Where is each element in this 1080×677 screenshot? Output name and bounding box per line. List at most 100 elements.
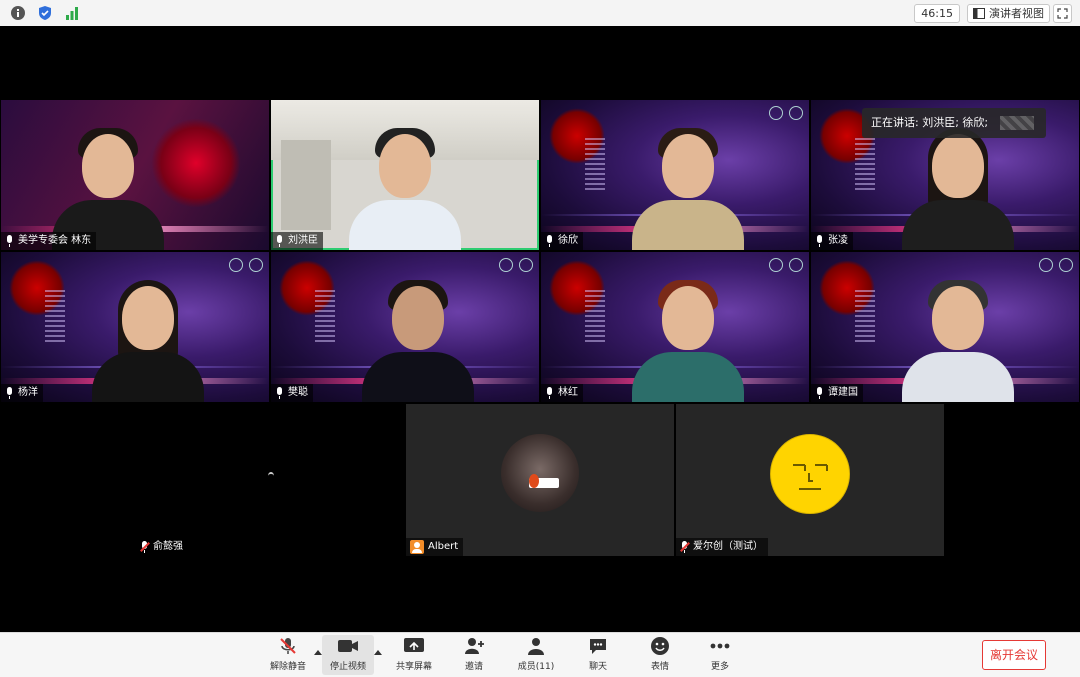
video-tile-7[interactable]: 林红 <box>541 252 809 402</box>
stop-video-button[interactable]: 停止视频 <box>322 635 374 675</box>
audio-options-caret[interactable] <box>314 650 322 655</box>
participant-name-tag: 徐欣 <box>541 232 583 250</box>
signal-strength-icon[interactable] <box>63 4 81 22</box>
participant-name: 刘洪臣 <box>288 235 318 246</box>
video-options-caret[interactable] <box>374 650 382 655</box>
share-screen-icon <box>404 638 424 652</box>
video-tile-3[interactable]: 徐欣 <box>541 100 809 250</box>
microphone-icon <box>545 387 554 399</box>
participant-name: Albert <box>428 541 459 552</box>
video-tile-5[interactable]: 杨洋 <box>1 252 269 402</box>
participant-video <box>358 272 478 402</box>
video-tile-1[interactable]: 美学专委会 林东 <box>1 100 269 250</box>
microphone-muted-icon <box>680 541 690 553</box>
participant-name-tag: 张凌 <box>811 232 853 250</box>
poster-graphic <box>549 260 613 344</box>
microphone-icon <box>5 387 14 399</box>
chat-bubble-icon <box>590 639 606 654</box>
participant-name: 张凌 <box>828 235 848 246</box>
fullscreen-icon <box>1057 8 1068 19</box>
participant-name: 徐欣 <box>558 235 578 246</box>
participant-video <box>48 120 168 250</box>
members-button[interactable]: 成员(11) <box>510 635 562 675</box>
participant-name: 俞懿强 <box>153 541 183 552</box>
participant-name-tag: 谭建国 <box>811 384 863 402</box>
microphone-muted-icon <box>280 638 296 654</box>
video-tile-2-active-speaker[interactable]: 刘洪臣 <box>271 100 539 250</box>
participant-video <box>628 272 748 402</box>
video-tile-6[interactable]: 樊聪 <box>271 252 539 402</box>
poster-graphic <box>549 108 613 192</box>
neutral-face-icon <box>793 464 828 490</box>
participant-video <box>628 120 748 250</box>
active-speakers-text: 正在讲话: 刘洪臣; 徐欣; <box>871 116 989 129</box>
sponsor-logos <box>487 258 533 272</box>
unmute-button[interactable]: 解除静音 <box>262 635 314 675</box>
more-button[interactable]: 更多 <box>694 635 746 675</box>
participant-name-tag: 杨洋 <box>1 384 43 402</box>
participant-video <box>345 120 465 250</box>
window-background <box>281 140 331 230</box>
video-camera-icon <box>338 640 358 652</box>
video-tile-10-avatar[interactable]: Albert <box>406 404 674 556</box>
unmute-label: 解除静音 <box>269 662 306 672</box>
smiley-icon <box>651 637 669 655</box>
sponsor-logos <box>217 258 263 272</box>
participant-name-tag: 樊聪 <box>271 384 313 402</box>
poster-graphic <box>9 260 73 344</box>
participant-name-tag: 刘洪臣 <box>271 232 323 250</box>
participant-name: 林红 <box>558 387 578 398</box>
participant-name: 谭建国 <box>828 387 858 398</box>
participant-name-tag: 林红 <box>541 384 583 402</box>
top-bar: 46:15 演讲者视图 <box>0 0 1080 27</box>
participant-video <box>88 272 208 402</box>
chat-label: 聊天 <box>588 662 607 672</box>
microphone-icon <box>275 235 284 247</box>
participant-video <box>898 120 1018 250</box>
invite-button[interactable]: 邀请 <box>448 635 500 675</box>
participant-name: 杨洋 <box>18 387 38 398</box>
meeting-toolbar: 解除静音 停止视频 共享屏幕 邀请 成员(11) 聊天 表情 更多 离开会议 <box>0 632 1080 677</box>
participant-video <box>898 272 1018 402</box>
participant-name-tag: 俞懿强 <box>136 538 188 556</box>
chat-button[interactable]: 聊天 <box>572 635 624 675</box>
reactions-label: 表情 <box>650 662 669 672</box>
active-speakers-banner: 正在讲话: 刘洪臣; 徐欣; <box>862 108 1046 138</box>
video-stage: 美学专委会 林东 刘洪臣 徐欣 张凌 杨洋 樊聪 林红 谭建国 正在讲话: 刘洪… <box>0 26 1080 632</box>
members-label: 成员(11) <box>517 662 555 672</box>
more-dots-icon <box>710 643 730 649</box>
video-tile-8[interactable]: 谭建国 <box>811 252 1079 402</box>
user-avatar-icon <box>410 540 424 554</box>
info-icon[interactable] <box>9 4 27 22</box>
poster-graphic <box>279 260 343 344</box>
sponsor-logos <box>757 106 803 120</box>
video-tile-9-no-video[interactable]: 俞懿强 <box>136 404 404 556</box>
speaker-view-button[interactable]: 演讲者视图 <box>967 4 1050 23</box>
fullscreen-button[interactable] <box>1053 4 1072 23</box>
stop-video-label: 停止视频 <box>329 662 366 672</box>
add-user-icon <box>465 638 484 654</box>
emoji-face-avatar <box>770 434 850 514</box>
participant-avatar <box>501 434 579 512</box>
leave-meeting-button[interactable]: 离开会议 <box>982 640 1046 670</box>
participant-name-tag: 爱尔创（测试） <box>676 538 768 556</box>
microphone-icon <box>815 387 824 399</box>
more-label: 更多 <box>710 662 729 672</box>
microphone-icon <box>815 235 824 247</box>
layout-icon <box>973 8 985 19</box>
video-tile-11-avatar[interactable]: 爱尔创（测试） <box>676 404 944 556</box>
microphone-muted-icon <box>140 541 150 553</box>
share-screen-label: 共享屏幕 <box>395 662 432 672</box>
invite-label: 邀请 <box>464 662 483 672</box>
meeting-timer: 46:15 <box>914 4 960 23</box>
participant-name: 爱尔创（测试） <box>693 541 763 552</box>
shield-icon[interactable] <box>36 4 54 22</box>
microphone-icon <box>545 235 554 247</box>
blurred-region <box>1000 116 1034 130</box>
participant-name: 美学专委会 林东 <box>18 235 92 246</box>
share-screen-button[interactable]: 共享屏幕 <box>388 635 440 675</box>
reactions-button[interactable]: 表情 <box>634 635 686 675</box>
participant-name: 樊聪 <box>288 387 308 398</box>
microphone-icon <box>275 387 284 399</box>
loading-spinner-icon <box>268 472 274 480</box>
